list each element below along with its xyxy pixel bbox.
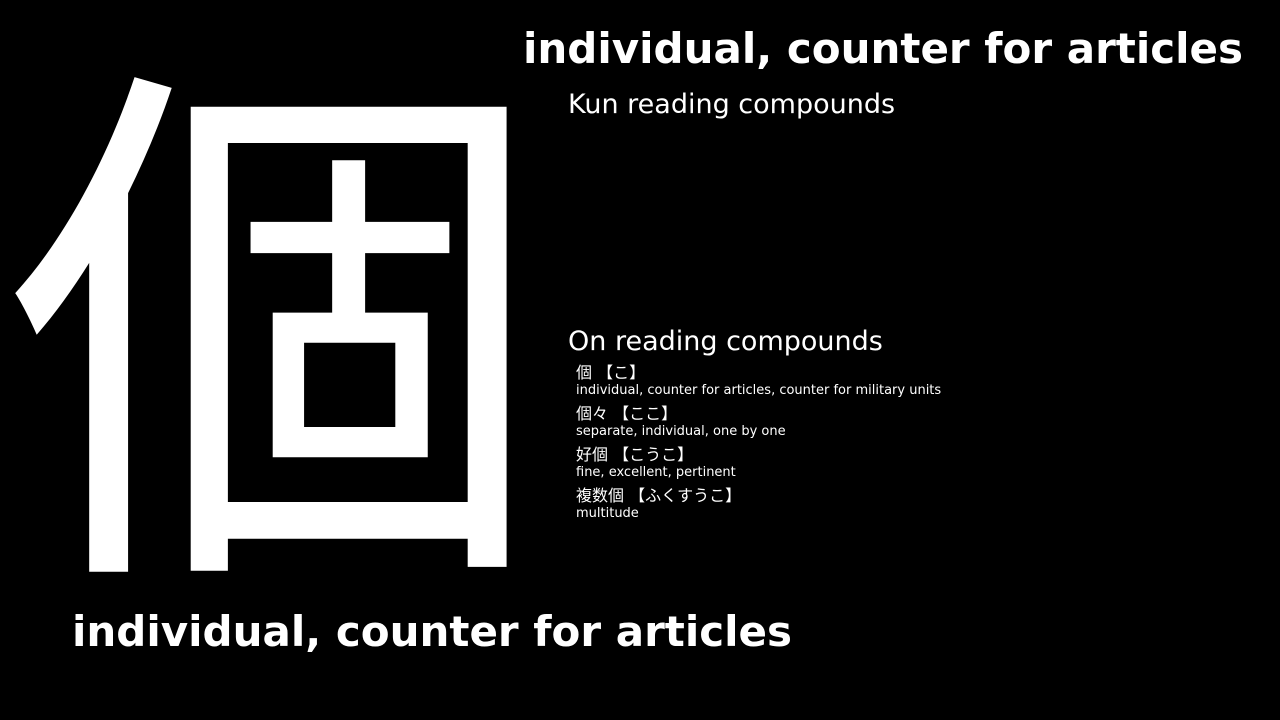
on-compound-list: 個 【こ】 individual, counter for articles, … [576,363,1216,527]
kanji-meaning-footer: individual, counter for articles [72,607,793,656]
compound-word: 複数個 【ふくすうこ】 [576,486,742,505]
compound-item: 個々 【ここ】 separate, individual, one by one [576,404,1216,439]
compound-item: 複数個 【ふくすうこ】 multitude [576,486,1216,521]
kanji-meaning-header: individual, counter for articles [523,24,1244,73]
on-reading-title: On reading compounds [568,326,883,357]
main-kanji: 個 [6,28,546,656]
kun-reading-title: Kun reading compounds [568,89,896,120]
compound-item: 好個 【こうこ】 fine, excellent, pertinent [576,445,1216,480]
compound-word: 個々 【ここ】 [576,404,678,423]
compound-meaning: fine, excellent, pertinent [576,465,736,480]
compound-item: 個 【こ】 individual, counter for articles, … [576,363,1216,398]
compound-word: 好個 【こうこ】 [576,445,694,464]
compound-word: 個 【こ】 [576,363,646,382]
compound-meaning: multitude [576,506,639,521]
compound-meaning: individual, counter for articles, counte… [576,383,942,398]
compound-meaning: separate, individual, one by one [576,424,786,439]
